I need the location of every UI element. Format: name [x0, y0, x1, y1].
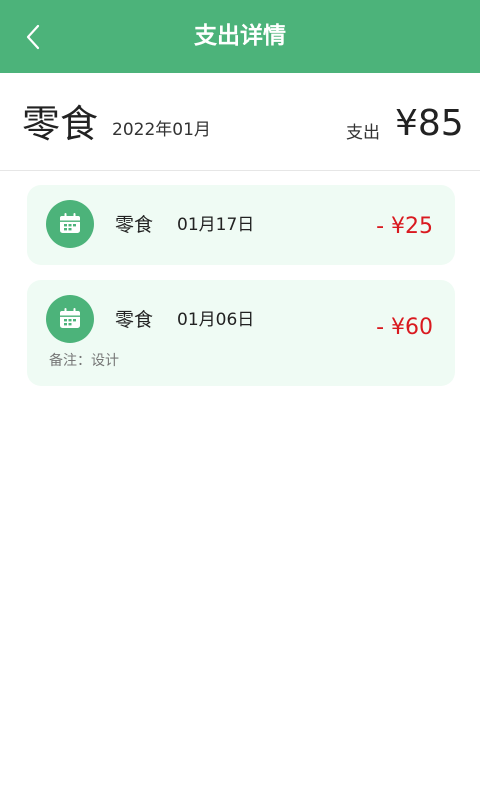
calendar-icon: [60, 213, 80, 233]
summary-total: ¥85: [395, 103, 464, 144]
record-amount: - ¥60: [376, 315, 433, 340]
record-date: 01月17日: [177, 215, 255, 235]
record-amount: - ¥25: [376, 214, 433, 239]
calendar-icon: [60, 308, 80, 328]
record-card[interactable]: 零食 01月17日 - ¥25: [27, 185, 455, 265]
summary-label: 支出: [346, 123, 380, 143]
back-button[interactable]: [18, 20, 48, 54]
expense-summary: 零食 2022年01月 支出 ¥85: [0, 73, 480, 171]
record-note: 备注：设计: [49, 353, 119, 369]
summary-category: 零食: [22, 102, 99, 146]
record-category: 零食: [115, 309, 154, 331]
record-card[interactable]: 零食 01月06日 - ¥60 备注：设计: [27, 280, 455, 386]
page-title: 支出详情: [194, 23, 286, 49]
record-date: 01月06日: [177, 310, 255, 330]
record-icon-badge: [46, 295, 94, 343]
record-category: 零食: [115, 214, 154, 236]
chevron-left-icon: [26, 24, 40, 50]
summary-month: 2022年01月: [112, 120, 211, 140]
app-header: 支出详情: [0, 0, 480, 73]
record-icon-badge: [46, 200, 94, 248]
record-list: 零食 01月17日 - ¥25 零食 01月06日 - ¥60 备注：设计: [27, 185, 455, 401]
